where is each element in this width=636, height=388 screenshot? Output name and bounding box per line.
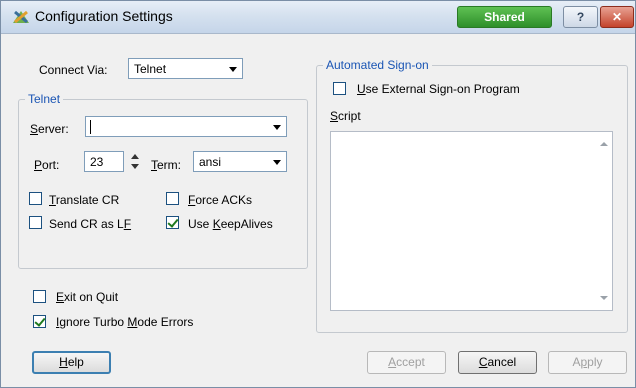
- chevron-down-icon: [273, 160, 281, 165]
- term-value: ansi: [199, 155, 222, 169]
- server-label: Server:: [30, 122, 69, 136]
- accept-button[interactable]: Accept: [367, 351, 446, 374]
- automated-signon-title: Automated Sign-on: [323, 58, 432, 72]
- port-spinner[interactable]: [130, 151, 140, 172]
- configuration-dialog: Configuration Settings Shared ? ✕ Connec…: [0, 0, 636, 388]
- force-acks-checkbox[interactable]: [166, 192, 179, 205]
- apply-button[interactable]: Apply: [548, 351, 627, 374]
- scroll-up-icon[interactable]: [600, 142, 608, 146]
- exit-on-quit-label: Exit on Quit: [56, 290, 119, 304]
- use-keepalives-checkbox[interactable]: [166, 216, 179, 229]
- script-textarea[interactable]: [330, 131, 613, 311]
- connect-via-value: Telnet: [134, 62, 167, 76]
- exit-on-quit-checkbox[interactable]: [33, 290, 46, 303]
- port-value: 23: [90, 155, 104, 169]
- force-acks-label: Force ACKs: [188, 193, 253, 207]
- connect-via-label: Connect Via:: [39, 63, 108, 77]
- title-bar: Configuration Settings Shared ? ✕: [1, 1, 635, 34]
- port-label: Port:: [34, 158, 60, 172]
- ignore-turbo-label: Ignore Turbo Mode Errors: [56, 315, 194, 329]
- use-external-signon-checkbox[interactable]: [333, 82, 346, 95]
- translate-cr-checkbox[interactable]: [29, 192, 42, 205]
- connect-via-select[interactable]: Telnet: [128, 58, 243, 79]
- script-label: Script: [330, 109, 361, 123]
- port-input[interactable]: 23: [84, 151, 124, 172]
- chevron-down-icon: [229, 67, 237, 72]
- help-title-button[interactable]: ?: [563, 6, 598, 28]
- send-cr-as-lf-checkbox[interactable]: [29, 216, 42, 229]
- translate-cr-label: Translate CR: [49, 193, 120, 207]
- cancel-button[interactable]: Cancel: [458, 351, 537, 374]
- ignore-turbo-checkbox[interactable]: [33, 315, 46, 328]
- shared-badge[interactable]: Shared: [457, 6, 552, 28]
- spin-down-icon: [131, 164, 139, 169]
- help-button[interactable]: Help: [32, 351, 111, 374]
- use-keepalives-label: Use KeepAlives: [188, 217, 273, 231]
- close-button[interactable]: ✕: [600, 6, 634, 28]
- window-title: Configuration Settings: [35, 8, 173, 24]
- scroll-down-icon[interactable]: [600, 296, 608, 300]
- term-select[interactable]: ansi: [193, 151, 287, 172]
- telnet-group-title: Telnet: [25, 92, 64, 106]
- use-external-signon-label: Use External Sign-on Program: [357, 82, 520, 96]
- server-combo[interactable]: [85, 116, 287, 137]
- app-icon: [13, 10, 29, 24]
- term-label: Term:: [151, 158, 181, 172]
- text-cursor: [90, 120, 91, 134]
- chevron-down-icon: [273, 125, 281, 130]
- send-cr-as-lf-label: Send CR as LF: [49, 217, 132, 231]
- spin-up-icon: [131, 154, 139, 159]
